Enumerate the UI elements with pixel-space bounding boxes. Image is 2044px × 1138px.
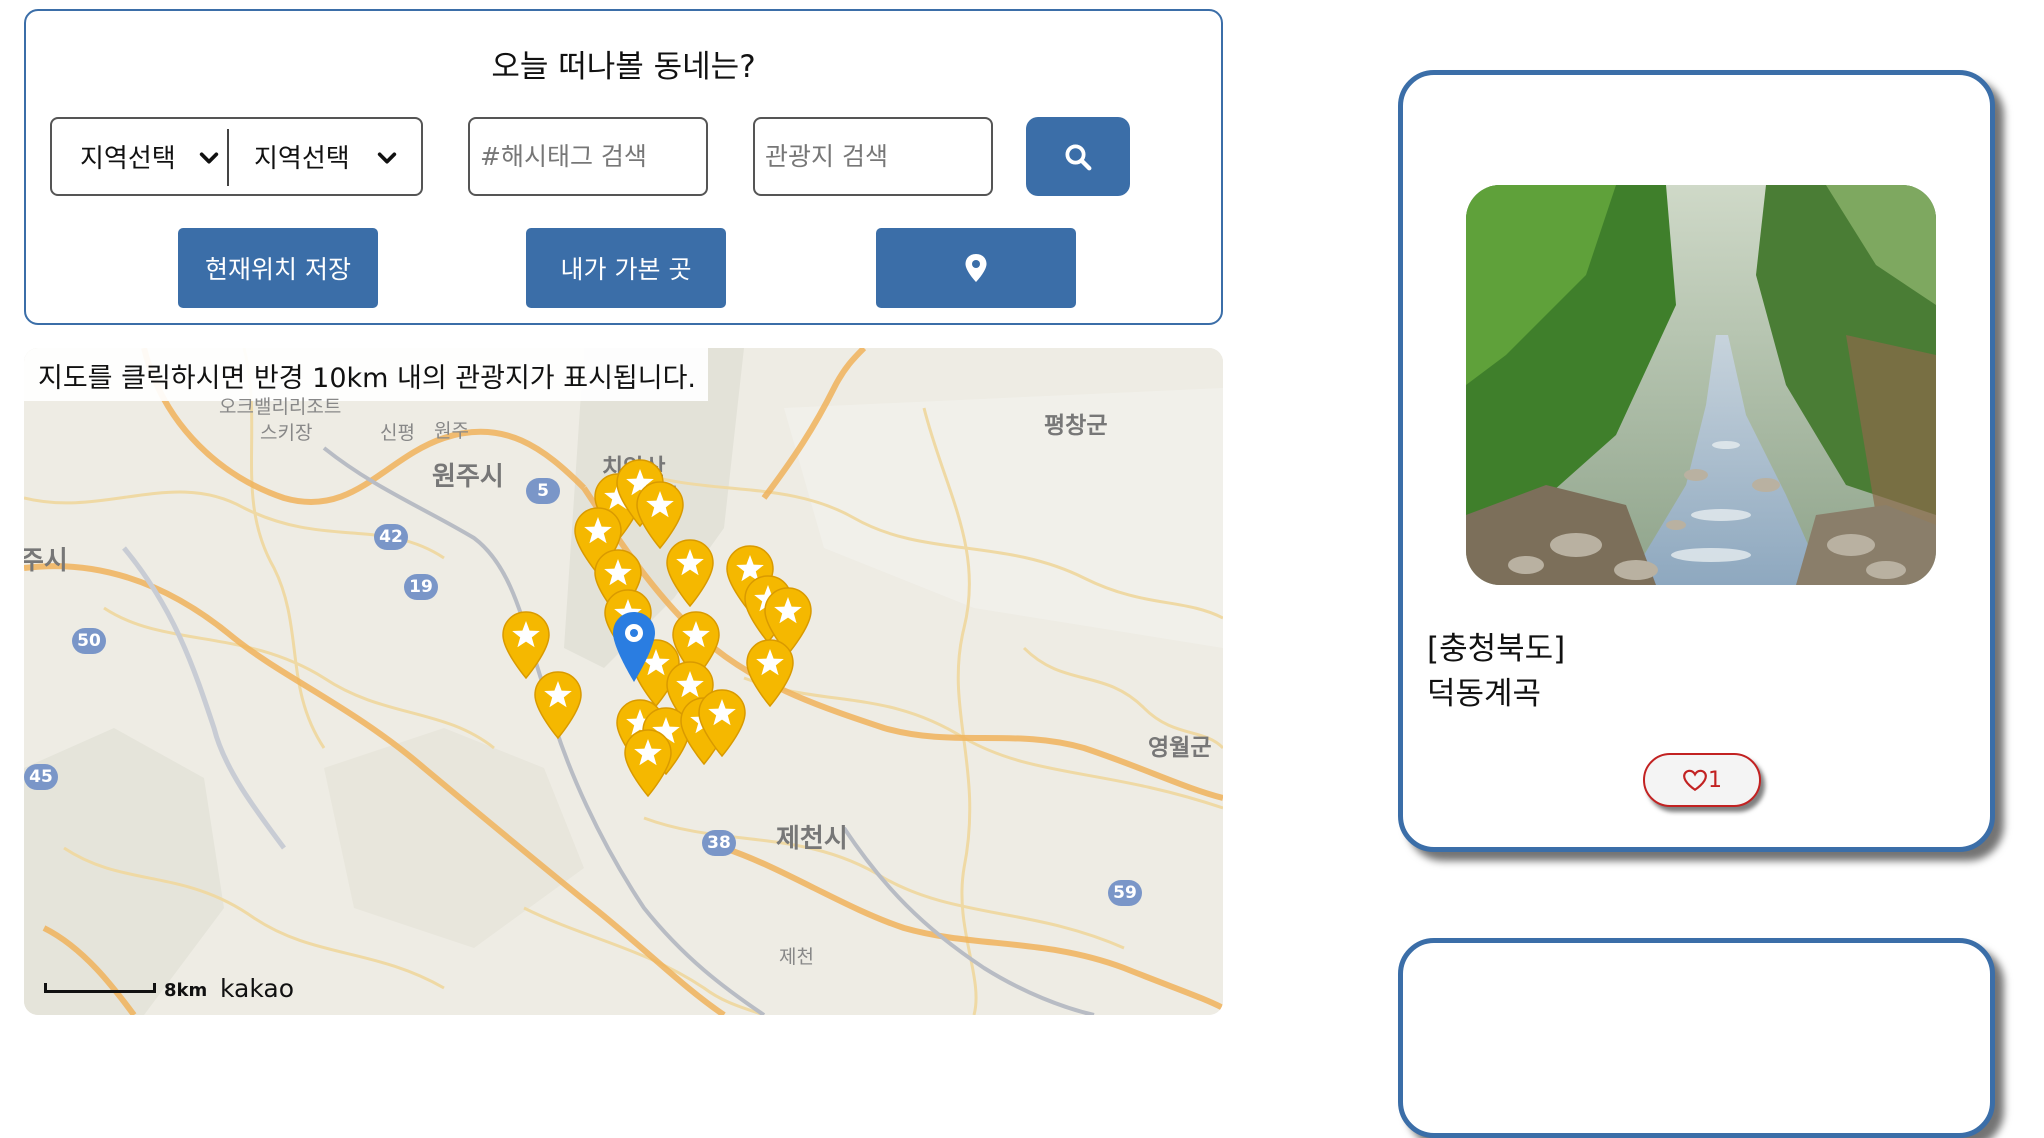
place-search-input[interactable]: [753, 117, 993, 196]
attraction-card-next[interactable]: [1398, 938, 1995, 1138]
map-area[interactable]: 지도를 클릭하시면 반경 10km 내의 관광지가 표시됩니다. 오크밸리리조트…: [24, 348, 1223, 1015]
like-count: 1: [1708, 767, 1722, 793]
chevron-down-icon: [199, 152, 219, 164]
road-shield: 38: [702, 830, 736, 856]
road-shield: 50: [72, 628, 106, 654]
attraction-marker[interactable]: [696, 688, 748, 758]
map-label-wonju: 원주시: [432, 462, 504, 492]
chevron-down-icon: [377, 152, 397, 164]
hashtag-search-input[interactable]: [468, 117, 708, 196]
attraction-region: [충청북도]: [1427, 631, 1566, 667]
region-select-group: 지역선택 지역선택: [50, 117, 423, 196]
map-label-sinpyeong: 신평: [380, 422, 415, 444]
current-location-marker[interactable]: [611, 610, 657, 684]
road-shield: 19: [404, 574, 438, 600]
attraction-marker[interactable]: [664, 538, 716, 608]
region-divider: [227, 129, 229, 186]
like-button[interactable]: 1: [1643, 753, 1761, 807]
visited-places-button[interactable]: 내가 가본 곳: [526, 228, 726, 308]
valley-stream-image: [1466, 185, 1936, 585]
map-label-ski: 스키장: [260, 422, 313, 444]
map-label-jecheon-city: 제천시: [776, 824, 848, 854]
map-pin-icon: [965, 254, 987, 282]
road-shield: 59: [1108, 880, 1142, 906]
search-panel: 오늘 떠나볼 동네는? 지역선택 지역선택 현재위치 저장 내가 가본 곳: [24, 9, 1223, 325]
map-brand-logo: kakao: [220, 974, 295, 1003]
attraction-marker[interactable]: [744, 638, 796, 708]
region-select-city[interactable]: 지역선택: [254, 119, 404, 194]
road-shield: 5: [526, 478, 560, 504]
search-button[interactable]: [1026, 117, 1130, 196]
save-location-button[interactable]: 현재위치 저장: [178, 228, 378, 308]
map-label-chungju-partial: 주시: [24, 546, 68, 576]
map-label-yeongwol: 영월군: [1148, 735, 1212, 761]
map-notice: 지도를 클릭하시면 반경 10km 내의 관광지가 표시됩니다.: [24, 348, 709, 401]
attraction-photo: [1466, 185, 1936, 585]
region-select-province[interactable]: 지역선택: [80, 119, 230, 194]
map-label-pyeongchang: 평창군: [1044, 413, 1108, 439]
attraction-name: 덕동계곡: [1427, 676, 1542, 712]
road-shield: 45: [24, 764, 58, 790]
current-location-button[interactable]: [876, 228, 1076, 308]
map-label-jecheon: 제천: [779, 946, 814, 968]
region-select-province-label: 지역선택: [80, 144, 176, 174]
map-scale-bar: [44, 983, 156, 993]
search-icon: [1065, 144, 1092, 170]
map-label-wonju-ic: 원주: [434, 420, 469, 442]
map-scale-label: 8km: [164, 980, 208, 1001]
map-label-oak-valley: 오크밸리리조트: [219, 396, 342, 418]
heart-icon: [1683, 769, 1707, 792]
region-select-city-label: 지역선택: [254, 144, 350, 174]
attraction-marker[interactable]: [622, 728, 674, 798]
attraction-marker[interactable]: [532, 670, 584, 740]
panel-title: 오늘 떠나볼 동네는?: [491, 49, 756, 85]
road-shield: 42: [374, 524, 408, 550]
attraction-card[interactable]: [충청북도] 덕동계곡 1: [1398, 70, 1995, 852]
